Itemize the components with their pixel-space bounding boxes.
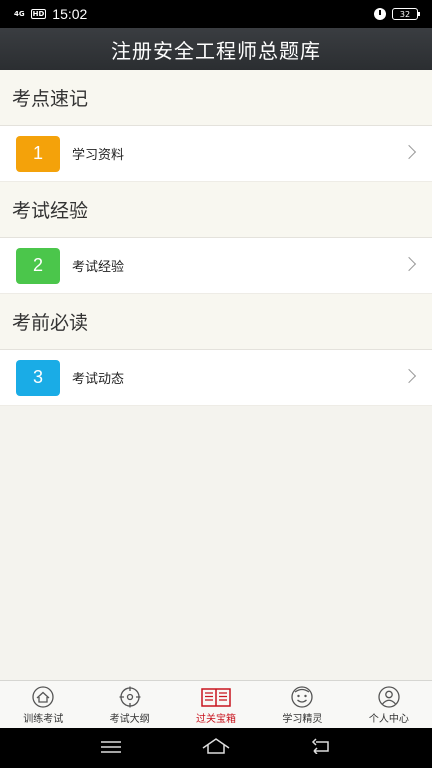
number-badge: 3	[16, 359, 60, 396]
user-icon	[374, 686, 404, 708]
home-icon[interactable]	[201, 737, 231, 759]
list-item-exam-news[interactable]: 3 考试动态	[0, 350, 432, 406]
tab-label: 学习精灵	[282, 714, 323, 725]
book-icon	[201, 686, 231, 708]
back-icon[interactable]	[310, 738, 332, 758]
list-item-label: 学习资料	[72, 148, 125, 163]
status-bar: 4G HD 15:02 32	[0, 0, 432, 28]
chevron-right-icon	[401, 256, 417, 272]
battery-level: 32	[399, 9, 411, 19]
chevron-right-icon	[401, 368, 417, 384]
list-item-label: 考试动态	[72, 372, 125, 387]
main-content: 考点速记 1 学习资料 考试经验 2 考试经验 考前必读 3 考试动态	[0, 70, 432, 406]
section-header-key-points: 考点速记	[0, 70, 432, 126]
number-badge: 1	[16, 135, 60, 172]
tab-pass-treasure[interactable]: 过关宝箱	[173, 681, 259, 728]
battery-icon: 32	[392, 8, 420, 20]
section-header-exam-experience: 考试经验	[0, 182, 432, 238]
target-icon	[115, 686, 145, 708]
tab-training-exam[interactable]: 训练考试	[0, 681, 86, 728]
tab-personal-center[interactable]: 个人中心	[346, 681, 432, 728]
tab-label: 训练考试	[23, 714, 64, 725]
smiley-icon	[287, 686, 317, 708]
list-item-study-materials[interactable]: 1 学习资料	[0, 126, 432, 182]
number-badge: 2	[16, 247, 60, 284]
tab-exam-syllabus[interactable]: 考试大纲	[86, 681, 172, 728]
bottom-nav: 训练考试 考试大纲 过关宝箱 学习精灵 个人中心	[0, 680, 432, 728]
tab-label: 考试大纲	[109, 714, 150, 725]
list-item-exam-experience[interactable]: 2 考试经验	[0, 238, 432, 294]
home-icon	[28, 686, 58, 708]
clock: 15:02	[52, 6, 88, 22]
chevron-right-icon	[401, 144, 417, 160]
tab-label: 个人中心	[368, 714, 409, 725]
list-item-label: 考试经验	[72, 260, 125, 275]
network-indicator: 4G	[14, 9, 25, 18]
tab-label: 过关宝箱	[196, 714, 237, 725]
system-nav-bar	[0, 728, 432, 768]
alarm-icon	[374, 8, 386, 20]
page-title: 注册安全工程师总题库	[111, 38, 321, 63]
title-bar: 注册安全工程师总题库	[0, 28, 432, 70]
menu-icon[interactable]	[100, 739, 122, 758]
section-header-must-read: 考前必读	[0, 294, 432, 350]
tab-study-sprite[interactable]: 学习精灵	[259, 681, 345, 728]
hd-indicator: HD	[30, 9, 47, 19]
